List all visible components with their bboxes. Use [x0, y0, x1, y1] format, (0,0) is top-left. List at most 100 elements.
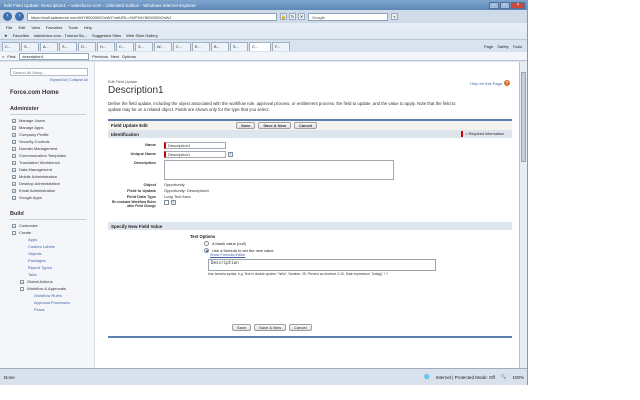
find-options-button[interactable]: Options [122, 54, 136, 59]
expand-icon[interactable]: + [12, 153, 16, 158]
sidebar-subitem-approval-processes[interactable]: Approval Processes [34, 299, 94, 306]
expand-icon[interactable]: + [12, 160, 16, 165]
sidebar-item-create[interactable]: – Create [12, 229, 94, 236]
sidebar-subitem-workflow-rules[interactable]: Workflow Rules [34, 292, 94, 299]
menu-view[interactable]: View [31, 25, 40, 30]
page-menu[interactable]: Page [484, 44, 493, 49]
lock-icon[interactable]: 🔒 [280, 13, 287, 20]
menu-edit[interactable]: Edit [18, 25, 25, 30]
sidebar-item-translation-workbench[interactable]: + Translation Workbench [12, 159, 94, 166]
expand-icon[interactable]: + [12, 118, 16, 123]
browser-tab-active[interactable]: C... [249, 41, 271, 51]
collapse-icon[interactable]: – [12, 230, 16, 235]
sidebar-item-security-controls[interactable]: + Security Controls [12, 138, 94, 145]
cancel-button[interactable]: Cancel [294, 122, 318, 129]
expand-icon[interactable]: + [12, 174, 16, 179]
expand-icon[interactable]: + [12, 146, 16, 151]
find-next-button[interactable]: Next [111, 54, 119, 59]
name-input[interactable]: Description1 [164, 142, 226, 149]
vertical-scrollbar[interactable] [519, 62, 527, 368]
search-icon[interactable]: ⌕ [391, 13, 398, 20]
save-new-button[interactable]: Save & New [258, 122, 292, 129]
force-home-link[interactable]: Force.com Home [10, 90, 94, 96]
sidebar-item-communication-templates[interactable]: + Communication Templates [12, 152, 94, 159]
expand-icon[interactable]: + [20, 279, 24, 284]
collapse-icon[interactable]: – [20, 286, 24, 291]
unique-name-input[interactable]: Description1 [164, 151, 226, 158]
expand-collapse-link[interactable]: Expand All | Collapse All [50, 78, 94, 82]
find-input[interactable]: description1 [19, 52, 90, 60]
save-button[interactable]: Save [236, 122, 256, 129]
sidebar-subitem-report-types[interactable]: Report Types [28, 264, 94, 271]
zoom-level[interactable]: 100% [512, 375, 524, 380]
forward-arrow-icon[interactable]: › [15, 12, 24, 21]
expand-icon[interactable]: + [12, 223, 16, 228]
minimize-icon[interactable]: – [489, 1, 499, 9]
blank-value-option[interactable]: A blank value (null) [204, 241, 512, 246]
expand-icon[interactable]: + [12, 132, 16, 137]
expand-icon[interactable]: + [12, 125, 16, 130]
info-icon[interactable]: i [171, 200, 176, 205]
maximize-icon[interactable]: □ [500, 1, 510, 9]
sidebar-item-google-apps[interactable]: + Google Apps [12, 194, 94, 201]
sidebar-item-mobile-administration[interactable]: + Mobile Administration [12, 173, 94, 180]
sidebar-subitem-apps[interactable]: Apps [28, 236, 94, 243]
expand-icon[interactable]: + [12, 188, 16, 193]
description-textarea[interactable] [164, 160, 394, 180]
save-button[interactable]: Save [232, 324, 252, 331]
close-icon[interactable]: × [511, 1, 525, 9]
sidebar-item-global-actions[interactable]: + Global Actions [20, 278, 94, 285]
refresh-icon[interactable]: ↻ [289, 13, 296, 20]
sidebar-subitem-custom-labels[interactable]: Custom Labels [28, 243, 94, 250]
menu-tools[interactable]: Tools [68, 25, 77, 30]
star-icon[interactable]: ★ [4, 33, 8, 38]
browser-tab[interactable]: C... [2, 41, 20, 51]
browser-tab[interactable]: B... [211, 41, 229, 51]
browser-tab[interactable]: F... [272, 41, 290, 51]
browser-tab[interactable]: W... [154, 41, 172, 51]
sidebar-item-domain-management[interactable]: + Domain Management [12, 145, 94, 152]
sidebar-subitem-objects[interactable]: Objects [28, 250, 94, 257]
cancel-button[interactable]: Cancel [289, 324, 312, 331]
browser-tab[interactable]: E... [192, 41, 210, 51]
expand-icon[interactable]: + [12, 139, 16, 144]
favorites-button[interactable]: Favorites [13, 33, 29, 38]
sidebar-item-manage-apps[interactable]: + Manage Apps [12, 124, 94, 131]
browser-tab[interactable]: S... [135, 41, 153, 51]
reevaluate-checkbox[interactable] [164, 200, 169, 205]
scrollbar-thumb[interactable] [521, 72, 526, 162]
blank-value-radio[interactable] [204, 241, 209, 246]
help-link[interactable]: Help for this Page ? [470, 80, 510, 86]
help-icon[interactable]: ? [504, 80, 510, 86]
sidebar-subitem-tabs[interactable]: Tabs [28, 271, 94, 278]
menu-help[interactable]: Help [84, 25, 92, 30]
menu-favorites[interactable]: Favorites [46, 25, 62, 30]
expand-icon[interactable]: + [12, 181, 16, 186]
help-link-text[interactable]: Help for this Page [470, 81, 502, 86]
sidebar-item-email-administration[interactable]: + Email Administration [12, 187, 94, 194]
sidebar-item-workflow-approvals[interactable]: – Workflow & Approvals [20, 285, 94, 292]
favorite-link[interactable]: salesforce.com - Tutorial Sa... [34, 33, 87, 38]
url-field[interactable]: https://na8.salesforce.com/04Y8000000OxW… [27, 12, 277, 21]
zoom-icon[interactable]: 🔍 [501, 374, 507, 380]
browser-tab[interactable]: S... [21, 41, 39, 51]
formula-radio[interactable] [204, 248, 209, 253]
browser-tab[interactable]: C... [173, 41, 191, 51]
browser-tab[interactable]: A... [40, 41, 58, 51]
expand-icon[interactable]: + [12, 195, 16, 200]
browser-tab[interactable]: C... [116, 41, 134, 51]
sidebar-item-manage-users[interactable]: + Manage Users [12, 117, 94, 124]
browser-tab[interactable]: S... [59, 41, 77, 51]
expand-icon[interactable]: + [12, 167, 16, 172]
sidebar-item-data-management[interactable]: + Data Management [12, 166, 94, 173]
show-formula-editor-link[interactable]: Show Formula Editor [210, 253, 512, 257]
stop-icon[interactable]: ✕ [298, 13, 305, 20]
setup-search-input[interactable]: Search All Setup... [10, 68, 88, 76]
sidebar-item-company-profile[interactable]: + Company Profile [12, 131, 94, 138]
sidebar-subitem-flows[interactable]: Flows [34, 306, 94, 313]
back-arrow-icon[interactable]: ‹ [3, 12, 12, 21]
sidebar-item-desktop-administration[interactable]: + Desktop Administration [12, 180, 94, 187]
browser-tab[interactable]: H... [97, 41, 115, 51]
browser-search-input[interactable]: Google [308, 12, 388, 21]
formula-textarea[interactable]: Description [208, 259, 436, 271]
